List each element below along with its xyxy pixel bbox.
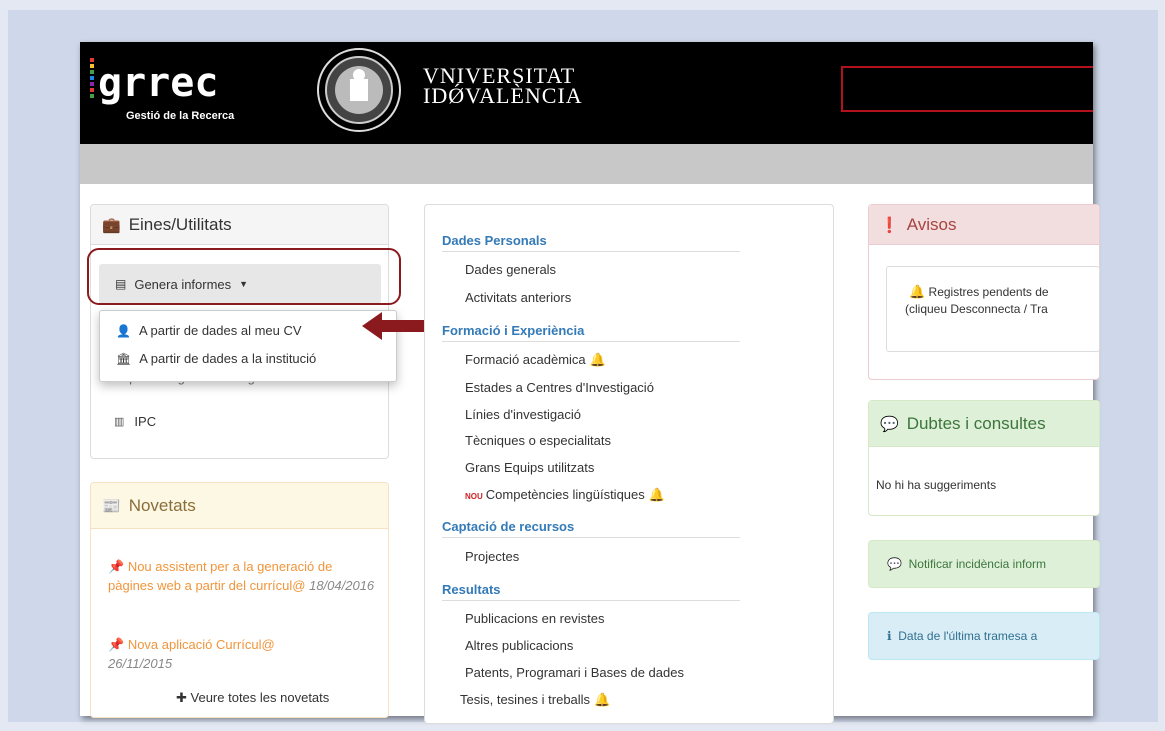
notice-line2: (cliqueu Desconnecta / Tra (905, 302, 1048, 316)
header-bar: grrec Gestió de la Recerca VNIVERSITAT I… (80, 42, 1093, 144)
section-title-resultats: Resultats (442, 582, 740, 601)
news-title: Novetats (128, 495, 196, 515)
section-title-dades-personals: Dades Personals (442, 233, 740, 252)
institution-icon: 🏛 (116, 351, 132, 366)
logo-subtitle: Gestió de la Recerca (126, 110, 235, 122)
dropdown-item-cv-label: A partir de dades al meu CV (138, 323, 302, 338)
news-item-text: Nou assistent per a la generació de pàgi… (108, 559, 333, 593)
newspaper-icon: 📰 (102, 497, 121, 515)
dropdown-item-institution[interactable]: 🏛 A partir de dades a la institució (116, 351, 316, 366)
tools-title: Eines/Utilitats (128, 214, 232, 234)
bell-icon: 🔔 (594, 692, 611, 707)
last-submission-label: Data de l'última tramesa a (898, 629, 1038, 643)
university-name: VNIVERSITAT IDǾVALÈNCIA (423, 65, 583, 108)
menu-item-dades-generals[interactable]: Dades generals (465, 262, 556, 277)
menu-item-formacio-academica[interactable]: Formació acadèmica 🔔 (465, 352, 606, 368)
bell-icon: 🔔 (648, 487, 665, 502)
pin-icon: 📌 (108, 559, 128, 574)
menu-item-label: Competències lingüístiques (485, 487, 645, 502)
last-submission-info: ℹ Data de l'última tramesa a (868, 612, 1100, 660)
user-icon: 👤 (116, 323, 131, 338)
generate-reports-dropdown: 👤 A partir de dades al meu CV 🏛 A partir… (99, 310, 397, 382)
ipc-item[interactable]: ▥ IPC (114, 414, 156, 429)
menu-item-patents[interactable]: Patents, Programari i Bases de dades (465, 665, 684, 680)
logo-text: grrec (98, 60, 218, 106)
comment-icon: 💬 (887, 557, 909, 571)
news-item-date: 18/04/2016 (309, 578, 375, 593)
info-icon: ℹ (887, 629, 899, 643)
nav-bar (80, 144, 1093, 184)
bar-chart-icon: ▥ (114, 416, 125, 428)
news-item-text: Nova aplicació Currícul@ (127, 637, 275, 652)
view-all-news-label: Veure totes les novetats (190, 690, 330, 705)
pin-icon: 📌 (108, 637, 128, 652)
menu-item-estades[interactable]: Estades a Centres d'Investigació (465, 380, 654, 395)
menu-item-tesis[interactable]: Tesis, tesines i treballs 🔔 (460, 692, 610, 708)
news-panel: 📰 Novetats (90, 482, 389, 718)
notice-text[interactable]: 🔔 Registres pendents de (cliqueu Desconn… (905, 283, 1049, 318)
bell-icon: 🔔 (589, 352, 606, 367)
report-incident-button[interactable]: 💬 Notificar incidència inform (868, 540, 1100, 588)
header-search-box[interactable] (841, 66, 1093, 112)
menu-item-projectes[interactable]: Projectes (465, 549, 519, 564)
menu-item-label: Formació acadèmica (465, 352, 586, 367)
questions-panel: 💬 Dubtes i consultes (868, 400, 1100, 516)
tools-panel-header: 💼 Eines/Utilitats (91, 205, 388, 245)
menu-item-linies[interactable]: Línies d'investigació (465, 407, 581, 422)
section-title-captacio: Captació de recursos (442, 519, 740, 538)
alert-icon: ❗ (880, 216, 899, 234)
university-name-line2: IDǾVALÈNCIA (423, 83, 583, 108)
questions-text: No hi ha suggeriments (876, 478, 997, 492)
menu-item-altres-publicacions[interactable]: Altres publicacions (465, 638, 573, 653)
questions-title: Dubtes i consultes (906, 413, 1046, 433)
menu-item-competencies[interactable]: NOU Competències lingüístiques 🔔 (465, 487, 665, 503)
bell-icon: 🔔 (909, 284, 926, 299)
dropdown-item-institution-label: A partir de dades a la institució (139, 351, 317, 366)
notice-line1-text: Registres pendents de (928, 285, 1049, 299)
notices-title: Avisos (906, 214, 957, 234)
university-seal-icon (317, 48, 401, 132)
arrow-left-icon (362, 312, 426, 340)
briefcase-icon: 💼 (102, 216, 121, 234)
notices-panel-header: ❗ Avisos (869, 205, 1099, 245)
menu-item-publicacions-revistes[interactable]: Publicacions en revistes (465, 611, 604, 626)
news-item[interactable]: 📌 Nou assistent per a la generació de pà… (108, 557, 376, 595)
news-panel-header: 📰 Novetats (91, 483, 388, 529)
new-badge: NOU (465, 492, 483, 501)
news-item[interactable]: 📌 Nova aplicació Currícul@ 26/11/2015 (108, 635, 376, 673)
highlight-ring (87, 248, 401, 305)
menu-item-activitats-anteriors[interactable]: Activitats anteriors (465, 290, 571, 305)
notice-line1: 🔔 Registres pendents de (905, 283, 1049, 301)
ipc-label: IPC (134, 414, 157, 429)
menu-item-grans-equips[interactable]: Grans Equips utilitzats (465, 460, 594, 475)
questions-panel-header: 💬 Dubtes i consultes (869, 401, 1099, 447)
menu-item-tecniques[interactable]: Tècniques o especialitats (465, 433, 611, 448)
news-item-date: 26/11/2015 (108, 656, 173, 671)
plus-icon: ✚ (176, 690, 191, 705)
view-all-news-link[interactable]: ✚ Veure totes les novetats (176, 690, 329, 706)
report-incident-label: Notificar incidència inform (908, 557, 1046, 571)
dropdown-item-cv[interactable]: 👤 A partir de dades al meu CV (116, 323, 302, 338)
section-title-formacio: Formació i Experiència (442, 323, 740, 342)
menu-item-label: Tesis, tesines i treballs (460, 692, 591, 707)
comment-icon: 💬 (880, 415, 899, 433)
